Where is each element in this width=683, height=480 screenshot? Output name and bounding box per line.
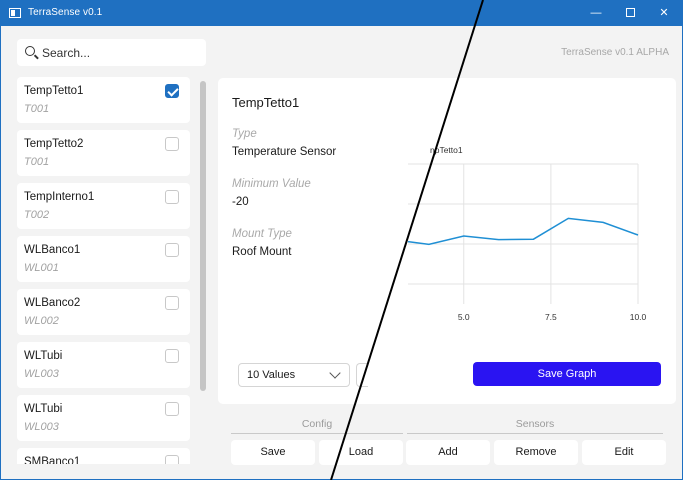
- values-select-value: 10 Values: [247, 369, 296, 381]
- chart-legend-label: npTetto1: [430, 145, 463, 155]
- mount-type-label: Mount Type: [232, 228, 292, 240]
- sensor-list-item[interactable]: WLTubi WL003: [17, 395, 190, 441]
- chart-x-tick-label: 5.0: [458, 312, 470, 322]
- search-input[interactable]: [42, 43, 197, 62]
- sensor-name: WLTubi: [24, 350, 63, 362]
- sensor-checkbox[interactable]: [165, 455, 179, 464]
- sensor-name: TempTetto1: [24, 85, 84, 97]
- sensor-id: WL003: [24, 368, 59, 380]
- sensor-list-item[interactable]: TempTetto2 T001: [17, 130, 190, 176]
- sensors-divider: [407, 433, 663, 434]
- sensor-id: WL002: [24, 315, 59, 327]
- sensor-id: WL003: [24, 421, 59, 433]
- sensor-checkbox[interactable]: [165, 402, 179, 416]
- sensor-id: T002: [24, 209, 50, 221]
- sensor-id: T001: [24, 156, 50, 168]
- mount-type-value: Roof Mount: [232, 246, 292, 258]
- close-button[interactable]: ✕: [647, 1, 681, 26]
- title-bar: TerraSense v0.1 — ✕: [1, 1, 682, 26]
- sensor-list-item[interactable]: WLTubi WL003: [17, 342, 190, 388]
- sensors-group-label: Sensors: [515, 418, 555, 430]
- sensor-chart: 5.0 7.5 10.0 npTetto1: [407, 145, 647, 322]
- minimize-button[interactable]: —: [579, 1, 613, 26]
- load-button[interactable]: Load: [319, 440, 403, 465]
- secondary-select[interactable]: [356, 363, 368, 387]
- sensor-list-item[interactable]: TempTetto1 T001: [17, 77, 190, 123]
- app-icon: [9, 8, 21, 18]
- save-graph-button[interactable]: Save Graph: [473, 362, 661, 386]
- brand-label: TerraSense v0.1 ALPHA: [561, 47, 669, 58]
- sensor-checkbox[interactable]: [165, 296, 179, 310]
- search-icon: [25, 46, 35, 56]
- sensor-id: T001: [24, 103, 50, 115]
- sensor-list-item[interactable]: TempInterno1 T002: [17, 183, 190, 229]
- sensor-list-item[interactable]: WLBanco1 WL001: [17, 236, 190, 282]
- window-title: TerraSense v0.1: [28, 7, 103, 18]
- sensor-list: TempTetto1 T001 TempTetto2 T001 TempInterno1…: [17, 77, 207, 464]
- min-value: -20: [232, 196, 249, 208]
- config-divider: [231, 433, 403, 434]
- detail-title: TempTetto1: [232, 95, 300, 110]
- add-button[interactable]: Add: [406, 440, 490, 465]
- sensor-name: TempTetto2: [24, 138, 84, 150]
- sensor-id: WL001: [24, 262, 59, 274]
- sensor-list-item[interactable]: WLBanco2 WL002: [17, 289, 190, 335]
- sensor-name: WLTubi: [24, 403, 63, 415]
- search-box: [17, 39, 206, 66]
- sensor-checkbox[interactable]: [165, 243, 179, 257]
- remove-button[interactable]: Remove: [494, 440, 578, 465]
- sensor-checkbox[interactable]: [165, 84, 179, 98]
- sensor-list-item[interactable]: SMBanco1: [17, 448, 190, 464]
- maximize-icon: [625, 7, 635, 17]
- sensor-name: WLBanco1: [24, 244, 81, 256]
- chart-x-tick-label: 7.5: [545, 312, 557, 322]
- maximize-button[interactable]: [613, 1, 647, 26]
- type-value: Temperature Sensor: [232, 146, 337, 158]
- chevron-down-icon: [329, 367, 341, 379]
- scrollbar-thumb[interactable]: [200, 81, 206, 391]
- sensor-detail-panel: TempTetto1 Type Temperature Sensor Minim…: [218, 78, 676, 404]
- sensor-checkbox[interactable]: [165, 137, 179, 151]
- edit-button[interactable]: Edit: [582, 440, 666, 465]
- config-group-label: Config: [301, 418, 333, 430]
- chart-series-line: [407, 217, 639, 246]
- sensor-name: TempInterno1: [24, 191, 95, 203]
- values-select[interactable]: 10 Values: [238, 363, 350, 387]
- min-value-label: Minimum Value: [232, 178, 311, 190]
- type-label: Type: [232, 128, 257, 140]
- sensor-checkbox[interactable]: [165, 349, 179, 363]
- sensor-checkbox[interactable]: [165, 190, 179, 204]
- sensor-name: SMBanco1: [24, 456, 81, 464]
- sensor-name: WLBanco2: [24, 297, 81, 309]
- app-window: TerraSense v0.1 — ✕ TerraSense v0.1 ALPH…: [0, 0, 683, 480]
- chart-x-tick-label: 10.0: [630, 312, 647, 322]
- save-button[interactable]: Save: [231, 440, 315, 465]
